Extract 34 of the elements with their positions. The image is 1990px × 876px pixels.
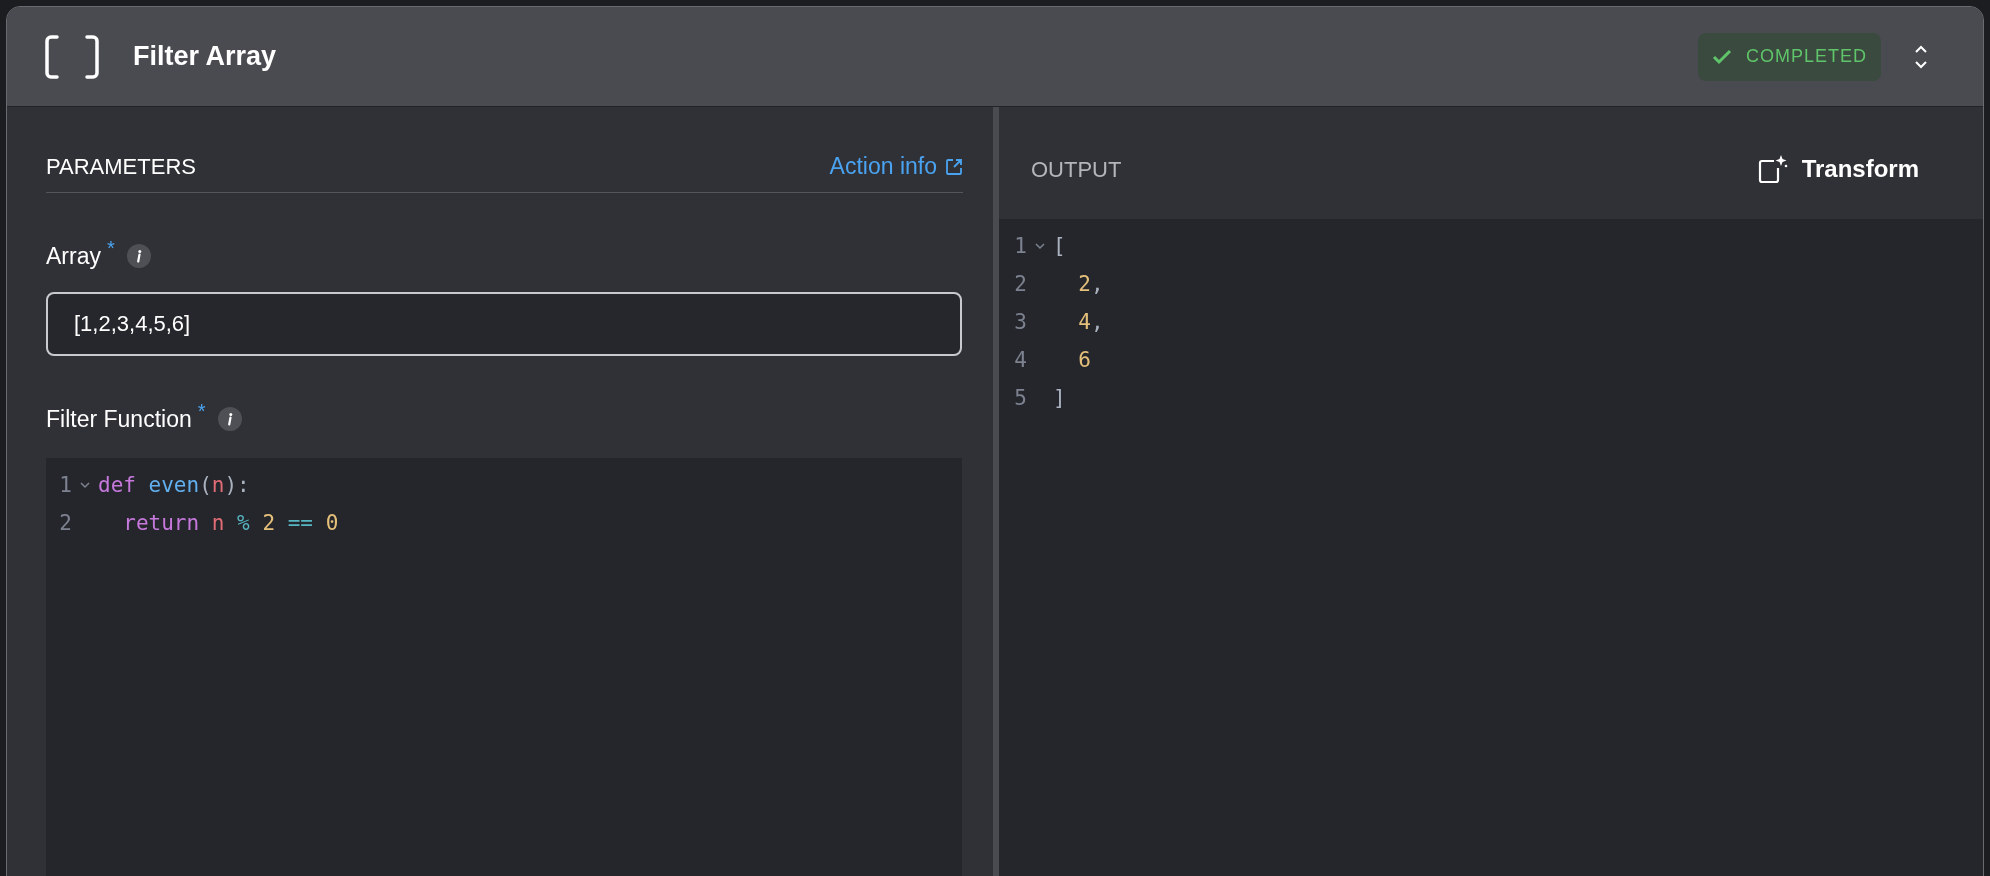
code-editor[interactable]: 1 def even(n): 2 return n % 2 == 0 xyxy=(46,458,962,876)
line-number: 1 xyxy=(1013,233,1027,260)
array-input[interactable]: [1,2,3,4,5,6] xyxy=(46,291,962,356)
code-line: 6 xyxy=(1077,347,1091,374)
line-number: 2 xyxy=(58,510,72,537)
line-number: 5 xyxy=(1013,385,1027,412)
code-line: [ xyxy=(1053,233,1066,260)
code-line: return n % 2 == 0 xyxy=(122,510,339,537)
code-line: 2, xyxy=(1077,271,1104,298)
section-heading: PARAMETERS xyxy=(46,153,196,181)
check-icon xyxy=(1711,48,1732,65)
field-label: Array xyxy=(46,242,101,271)
transform-button[interactable]: Transform xyxy=(1757,151,1919,187)
status-badge: COMPLETED xyxy=(1697,32,1881,81)
line-number: 4 xyxy=(1013,347,1027,374)
required-asterisk: * xyxy=(197,398,206,424)
line-number: 1 xyxy=(58,472,72,499)
line-number: 2 xyxy=(1013,271,1027,298)
code-line: def even(n): xyxy=(98,472,250,499)
sparkle-square-icon xyxy=(1757,154,1788,184)
fold-chevron-icon[interactable] xyxy=(1034,242,1046,250)
action-info-link[interactable]: Action info xyxy=(829,149,963,184)
section-heading: OUTPUT xyxy=(1031,155,1122,184)
code-line: 4, xyxy=(1077,309,1104,336)
code-line: ] xyxy=(1053,385,1066,412)
line-number: 3 xyxy=(1013,309,1027,336)
info-icon[interactable] xyxy=(217,406,242,431)
external-link-icon xyxy=(945,157,963,176)
brackets-icon xyxy=(43,32,101,81)
field-label: Filter Function xyxy=(46,404,192,434)
fold-chevron-icon[interactable] xyxy=(79,481,91,489)
required-asterisk: * xyxy=(106,236,115,261)
info-icon[interactable] xyxy=(126,244,151,269)
card-title: Filter Array xyxy=(133,40,277,74)
